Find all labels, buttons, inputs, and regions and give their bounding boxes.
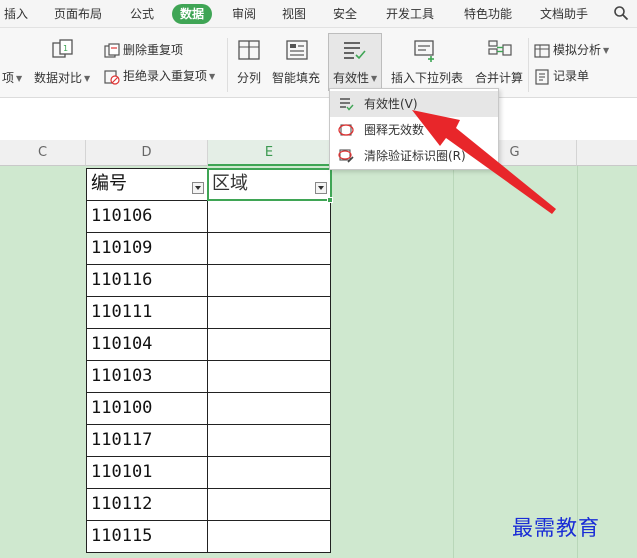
circle-invalid-icon (338, 124, 354, 136)
record-form-icon (535, 68, 549, 85)
data-compare-icon: 1 (52, 39, 73, 58)
tab-security[interactable]: 安全 (333, 0, 357, 28)
region-cell[interactable] (208, 392, 331, 425)
ribbon: 项 ▼ 1 数据对比 ▼ 删除重复项 拒绝录入重复项 ▼ 分列 智能填充 有效性… (0, 28, 637, 98)
ribbon-separator (227, 38, 228, 92)
data-compare-button[interactable]: 数据对比 ▼ (34, 69, 90, 86)
insert-dropdown-list-icon (414, 40, 434, 62)
delete-duplicates-button[interactable]: 删除重复项 (104, 41, 183, 59)
sheet-grid[interactable]: 编号 区域 110106 110109 110116 110111 110104… (0, 166, 637, 558)
id-cell[interactable]: 110115 (86, 520, 208, 553)
watermark-logo: 最需教育 (512, 516, 600, 540)
validity-list-icon (340, 98, 354, 111)
tab-insert[interactable]: 插入 (4, 0, 28, 28)
split-columns-icon (238, 40, 260, 60)
menu-item-validity[interactable]: 有效性(V) (330, 91, 498, 117)
fill-handle[interactable] (327, 197, 333, 203)
tab-doc-helper[interactable]: 文档助手 (540, 0, 588, 28)
delete-duplicates-icon (104, 42, 120, 58)
gridline (453, 166, 454, 558)
insert-dropdown-list-button[interactable]: 插入下拉列表 (391, 69, 463, 86)
region-cell[interactable] (208, 296, 331, 329)
id-cell[interactable]: 110111 (86, 296, 208, 329)
region-cell[interactable] (208, 264, 331, 297)
search-icon[interactable] (613, 5, 629, 21)
header-cell-id[interactable]: 编号 (86, 168, 208, 201)
menu-item-circle-invalid-label: 圈释无效数 (364, 123, 425, 137)
region-cell[interactable] (208, 456, 331, 489)
ribbon-separator (528, 38, 529, 92)
tab-data[interactable]: 数据 (172, 4, 213, 24)
formula-bar-area (0, 98, 637, 140)
id-cell[interactable]: 110117 (86, 424, 208, 457)
header-cell-region[interactable]: 区域 (208, 168, 331, 201)
reject-duplicates-icon (104, 69, 120, 85)
validity-dropdown-menu: 有效性(V) 圈释无效数 清除验证标识圈(R) (329, 88, 499, 170)
gridline (577, 166, 578, 558)
filter-dropdown-icon[interactable] (192, 182, 204, 194)
id-cell[interactable]: 110101 (86, 456, 208, 489)
column-header-c[interactable]: C (0, 140, 86, 166)
merge-calc-button[interactable]: 合并计算 (475, 69, 523, 86)
id-cell[interactable]: 110104 (86, 328, 208, 361)
filter-dropdown-icon[interactable] (315, 182, 327, 194)
column-header-e[interactable]: E (208, 140, 331, 166)
svg-text:1: 1 (63, 44, 68, 53)
id-cell[interactable]: 110109 (86, 232, 208, 265)
menu-item-clear-circles[interactable]: 清除验证标识圈(R) (330, 143, 498, 169)
merge-calc-icon (488, 40, 512, 56)
region-cell[interactable] (208, 488, 331, 521)
menu-item-validity-label: 有效性(V) (364, 97, 418, 111)
tab-special[interactable]: 特色功能 (464, 0, 512, 28)
id-cell[interactable]: 110103 (86, 360, 208, 393)
column-header-d[interactable]: D (86, 140, 208, 166)
validity-button[interactable]: 有效性 ▼ (333, 69, 377, 86)
column-header-h[interactable] (577, 140, 637, 166)
clear-circles-icon (338, 149, 354, 163)
simulate-analysis-icon (534, 43, 550, 58)
menu-item-circle-invalid[interactable]: 圈释无效数 (330, 117, 498, 143)
header-id-text: 编号 (91, 173, 127, 194)
tab-page-layout[interactable]: 页面布局 (54, 0, 102, 28)
region-cell[interactable] (208, 424, 331, 457)
split-button[interactable]: 分列 (237, 69, 261, 86)
menu-item-clear-circles-label: 清除验证标识圈(R) (364, 149, 466, 163)
header-region-text: 区域 (212, 173, 248, 194)
region-cell[interactable] (208, 328, 331, 361)
region-cell[interactable] (208, 232, 331, 265)
smart-fill-icon (286, 40, 308, 60)
region-cell[interactable] (208, 360, 331, 393)
record-form-button[interactable]: 记录单 (534, 67, 589, 85)
region-cell[interactable] (208, 520, 331, 553)
simulate-analysis-button[interactable]: 模拟分析 ▼ (534, 41, 609, 59)
smart-fill-button[interactable]: 智能填充 (272, 69, 320, 86)
cut-off-button[interactable]: 项 ▼ (2, 69, 22, 86)
id-cell[interactable]: 110100 (86, 392, 208, 425)
menu-bar: 插入 页面布局 公式 数据 审阅 视图 安全 开发工具 特色功能 文档助手 (0, 0, 637, 28)
reject-duplicates-button[interactable]: 拒绝录入重复项 ▼ (104, 67, 215, 85)
id-cell[interactable]: 110112 (86, 488, 208, 521)
id-cell[interactable]: 110106 (86, 200, 208, 233)
region-cell[interactable] (208, 200, 331, 233)
tab-formula[interactable]: 公式 (130, 0, 154, 28)
id-cell[interactable]: 110116 (86, 264, 208, 297)
tab-view[interactable]: 视图 (282, 0, 306, 28)
validity-icon (344, 42, 366, 60)
tab-developer[interactable]: 开发工具 (386, 0, 434, 28)
tab-review[interactable]: 审阅 (232, 0, 256, 28)
